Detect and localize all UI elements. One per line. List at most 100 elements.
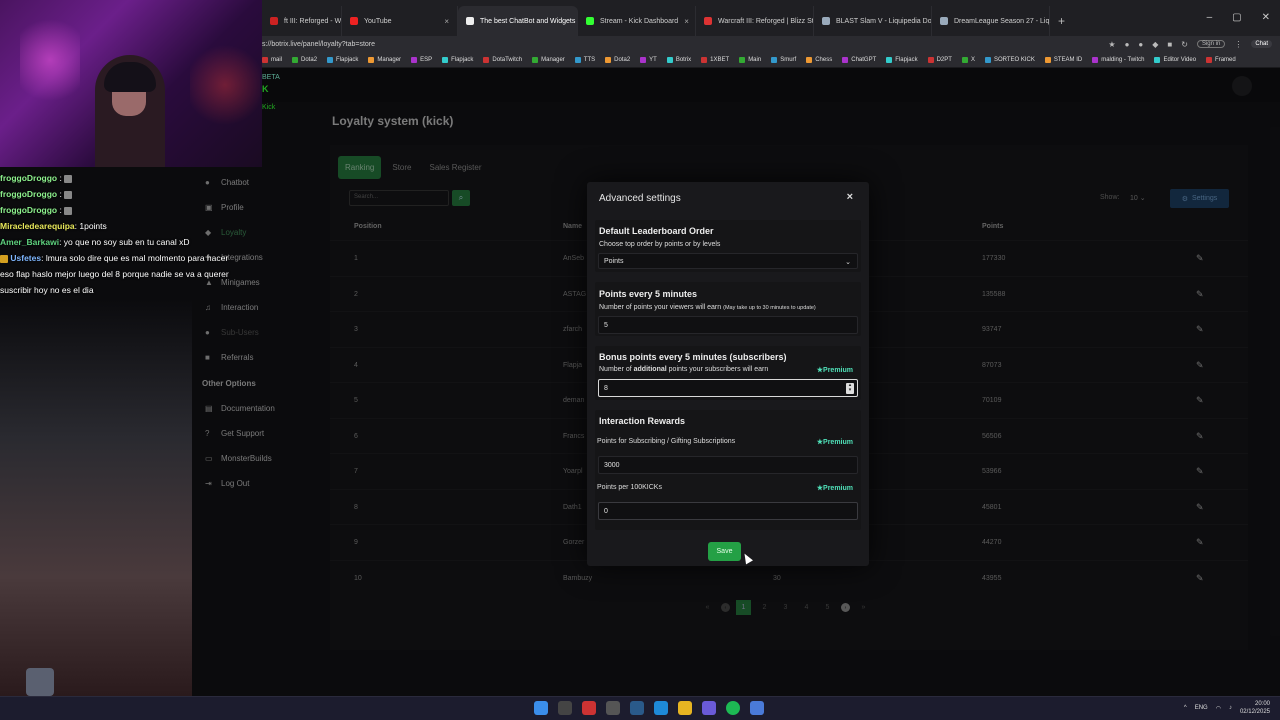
chevron-up-icon[interactable]: ^ bbox=[1184, 705, 1187, 711]
subs-points-input[interactable]: 3000 bbox=[598, 456, 858, 474]
chat-button[interactable]: Chat bbox=[1251, 40, 1272, 48]
bookmark-icon bbox=[574, 56, 581, 63]
bookmark-item[interactable]: Framed bbox=[1206, 56, 1236, 63]
stepper-icon[interactable]: ▴ ▾ bbox=[846, 383, 854, 394]
bookmark-icon bbox=[292, 56, 299, 63]
new-tab-icon[interactable]: + bbox=[1050, 6, 1073, 36]
sign-in-button[interactable]: Sign in bbox=[1196, 40, 1226, 48]
bookmark-icon bbox=[411, 56, 418, 63]
points-5min-input[interactable]: 5 bbox=[598, 316, 858, 334]
extension-icon[interactable]: ● bbox=[1138, 40, 1143, 49]
wifi-icon[interactable]: ◠ bbox=[1216, 705, 1221, 712]
chat-username[interactable]: Miracledearequipa bbox=[0, 221, 75, 231]
browser-tab[interactable]: Warcraft III: Reforged | Blizz Store× bbox=[696, 6, 814, 36]
close-tab-icon[interactable]: × bbox=[684, 17, 689, 26]
kicks-points-input[interactable]: 0 bbox=[598, 502, 858, 520]
clock[interactable]: 20:00 02/12/2025 bbox=[1240, 700, 1270, 716]
bookmark-item[interactable]: YT bbox=[640, 56, 657, 63]
bonus-points-title: Bonus points every 5 minutes (subscriber… bbox=[599, 352, 787, 362]
advanced-settings-modal: Advanced settings × Default Leaderboard … bbox=[587, 182, 869, 566]
browser-tab-label: Stream - Kick Dashboard bbox=[600, 17, 679, 25]
bookmark-item[interactable]: Editor Video bbox=[1154, 56, 1196, 63]
edge-icon[interactable] bbox=[654, 701, 668, 715]
bookmark-item[interactable]: Flapjack bbox=[327, 56, 358, 63]
bookmark-item[interactable]: Flapjack bbox=[442, 56, 473, 63]
bookmark-item[interactable]: Dota2 bbox=[292, 56, 317, 63]
chat-message: Usfetes: lmura solo dire que es mal molm… bbox=[0, 250, 230, 298]
browser-tab[interactable]: DreamLeague Season 27 - Liquip× bbox=[932, 6, 1050, 36]
discord-icon[interactable] bbox=[702, 701, 716, 715]
bookmark-icon bbox=[886, 56, 893, 63]
app-icon[interactable] bbox=[606, 701, 620, 715]
maximize-icon[interactable]: ▢ bbox=[1232, 12, 1241, 23]
browser-tab[interactable]: ft III: Reforged - Warcraft× bbox=[262, 6, 342, 36]
bookmark-item[interactable]: STEAM ID bbox=[1044, 56, 1082, 63]
premium-badge: ★Premium bbox=[816, 367, 853, 374]
bookmark-item[interactable]: ChatGPT bbox=[842, 56, 876, 63]
bookmark-item[interactable]: X bbox=[961, 56, 975, 63]
app-icon[interactable] bbox=[750, 701, 764, 715]
minimize-icon[interactable]: – bbox=[1207, 12, 1213, 23]
search-icon[interactable] bbox=[558, 701, 572, 715]
windows-start-icon[interactable] bbox=[534, 701, 548, 715]
browser-tab[interactable]: Stream - Kick Dashboard × bbox=[578, 6, 696, 36]
volume-icon[interactable]: ♪ bbox=[1229, 705, 1232, 711]
browser-tab-label: The best ChatBot and Widgets fo bbox=[480, 17, 578, 25]
bookmark-item[interactable]: Manager bbox=[532, 56, 565, 63]
bookmark-item[interactable]: ESP bbox=[411, 56, 432, 63]
bookmark-item[interactable]: Main bbox=[739, 56, 761, 63]
language-indicator[interactable]: ENG bbox=[1195, 705, 1208, 711]
extension-icon[interactable]: ◆ bbox=[1152, 40, 1158, 49]
bonus-points-input[interactable]: 8 ▴ ▾ bbox=[598, 379, 858, 397]
bookmark-item[interactable]: Flapjack bbox=[886, 56, 918, 63]
app-icon[interactable] bbox=[582, 701, 596, 715]
bonus-points-desc: Number of additional points your subscri… bbox=[599, 366, 768, 373]
bookmark-item[interactable]: malding - Twitch bbox=[1092, 56, 1145, 63]
chat-username[interactable]: froggoDroggo bbox=[0, 173, 57, 183]
close-tab-icon[interactable]: × bbox=[444, 17, 449, 26]
webcam-overlay bbox=[0, 0, 262, 167]
bookmark-item[interactable]: Chess bbox=[806, 56, 832, 63]
bookmark-item[interactable]: DotaTwitch bbox=[483, 56, 522, 63]
browser-tab[interactable]: The best ChatBot and Widgets fo× bbox=[458, 6, 578, 36]
folder-icon[interactable] bbox=[678, 701, 692, 715]
address-url[interactable]: s://botrix.live/panel/loyalty?tab=store bbox=[262, 41, 375, 48]
browser-tab[interactable]: BLAST Slam V - Liquipedia Dota 2× bbox=[814, 6, 932, 36]
browser-tab-label: YouTube bbox=[364, 17, 392, 25]
premium-badge: ★Premium bbox=[816, 439, 853, 446]
bookmark-item[interactable]: D2PT bbox=[927, 56, 952, 63]
bookmark-item[interactable]: Manager bbox=[368, 56, 401, 63]
save-button[interactable]: Save bbox=[708, 542, 741, 561]
bookmark-label: malding - Twitch bbox=[1101, 56, 1145, 63]
star-icon[interactable]: ★ bbox=[1108, 40, 1115, 49]
browser-tab[interactable]: YouTube × bbox=[342, 6, 458, 36]
chat-username[interactable]: Amer_Barkawi bbox=[0, 237, 59, 247]
bookmark-label: Flapjack bbox=[895, 56, 918, 63]
close-icon[interactable]: × bbox=[847, 191, 853, 203]
bookmark-label: SORTEO KICK bbox=[993, 56, 1035, 63]
spotify-icon[interactable] bbox=[726, 701, 740, 715]
bookmark-icon bbox=[442, 56, 449, 63]
chat-username[interactable]: Usfetes bbox=[10, 253, 41, 263]
chat-username[interactable]: froggoDroggo bbox=[0, 205, 57, 215]
clock-time: 20:00 bbox=[1254, 701, 1270, 707]
leaderboard-order-select[interactable]: Points ⌄ bbox=[598, 253, 858, 269]
bookmark-item[interactable]: TTS bbox=[574, 56, 595, 63]
bookmark-item[interactable]: Dota2 bbox=[605, 56, 630, 63]
taskbar: ^ ENG ◠ ♪ 20:00 02/12/2025 bbox=[0, 696, 1280, 720]
extension-icon[interactable]: ■ bbox=[1167, 40, 1172, 49]
bookmark-icon bbox=[1092, 56, 1099, 63]
taskbar-icons bbox=[534, 701, 764, 715]
bookmark-item[interactable]: 1XBET bbox=[701, 56, 729, 63]
close-window-icon[interactable]: ✕ bbox=[1262, 12, 1270, 23]
bookmark-icon bbox=[739, 56, 746, 63]
bookmark-item[interactable]: mail bbox=[262, 56, 282, 63]
bookmark-item[interactable]: Smurf bbox=[771, 56, 796, 63]
chat-username[interactable]: froggoDroggo bbox=[0, 189, 57, 199]
menu-dots-icon[interactable]: ⋮ bbox=[1234, 40, 1242, 49]
bookmark-item[interactable]: SORTEO KICK bbox=[984, 56, 1035, 63]
steam-icon[interactable] bbox=[630, 701, 644, 715]
extension-icon[interactable]: ● bbox=[1125, 40, 1130, 49]
history-icon[interactable]: ↻ bbox=[1181, 40, 1188, 49]
bookmark-item[interactable]: Botrix bbox=[666, 56, 691, 63]
